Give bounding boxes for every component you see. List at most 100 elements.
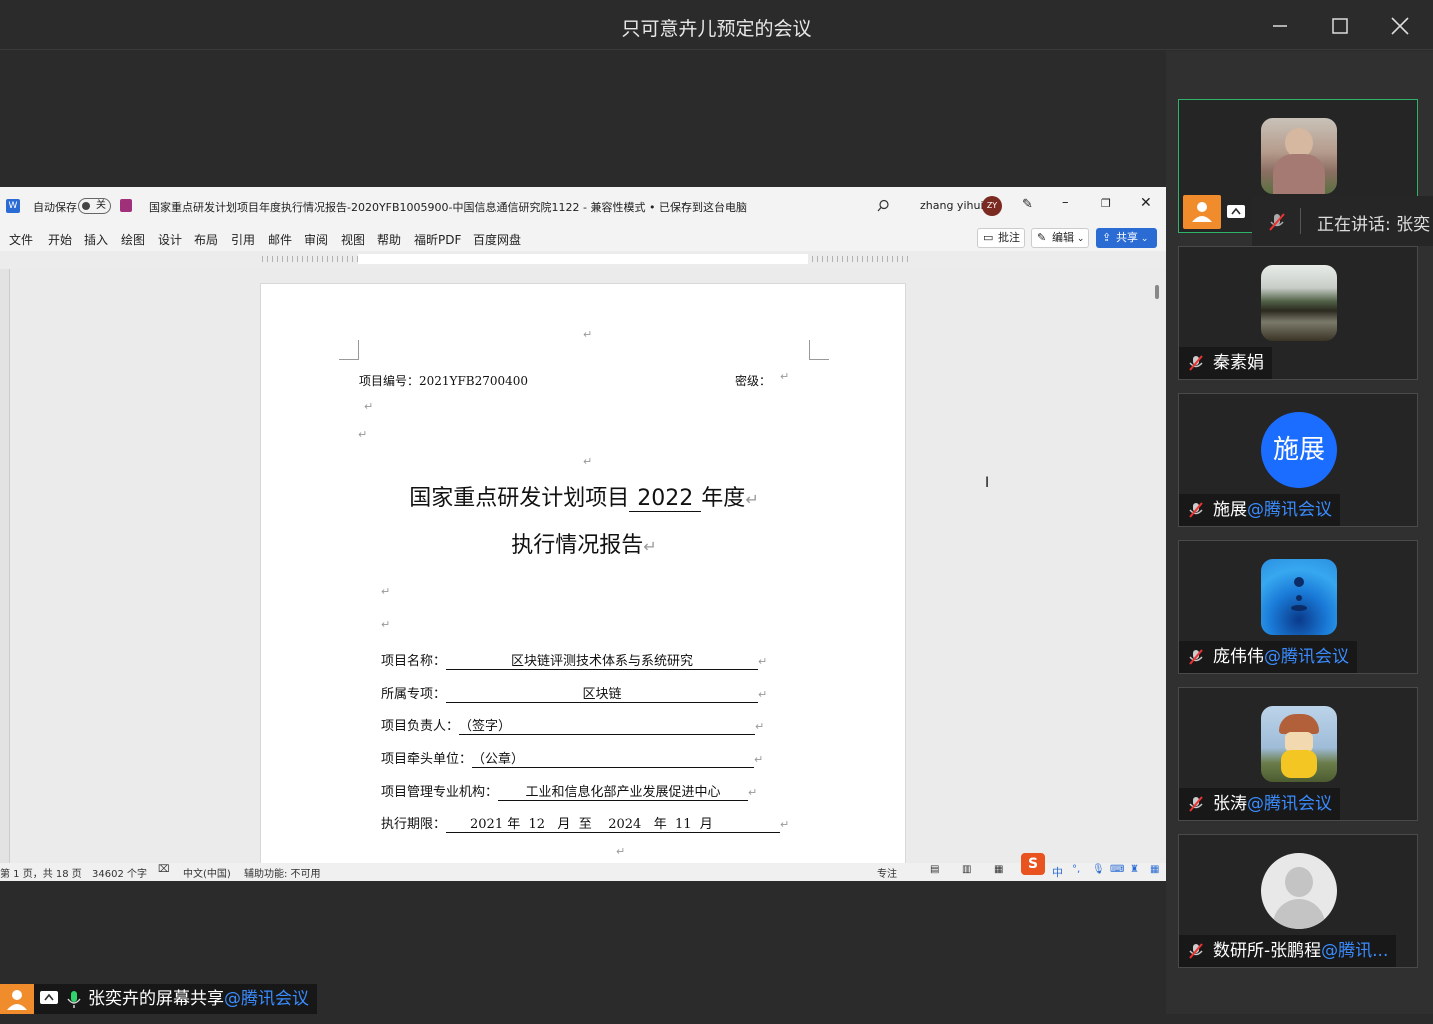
document-title: 国家重点研发计划项目年度执行情况报告-2020YFB1005900-中国信息通信… [149,201,747,214]
paragraph-mark: ↵ [358,428,368,441]
pen-icon[interactable]: ✎ [1022,197,1033,212]
default-avatar-icon [1261,853,1337,929]
word-app-icon: W [6,199,20,213]
save-icon[interactable] [120,199,132,212]
ruler-text-area [358,254,808,264]
field-project-name: 项目名称： 区块链评测技术体系与系统研究 ↵ [381,650,767,670]
participant-name-bar: 数研所-张鹏程@腾讯... [1179,935,1397,967]
mic-muted-icon [1189,796,1203,812]
avatar: 施展 [1261,412,1337,488]
sogou-ime-icon[interactable]: S [1021,853,1045,875]
print-layout-icon[interactable]: ▥ [962,864,971,875]
report-title-line1: 国家重点研发计划项目 2022 年度↵ [409,486,759,512]
paragraph-mark: ↵ [381,618,391,631]
menu-item[interactable]: 引用 [231,231,255,248]
screen-share-icon [40,991,58,1004]
toolbox-icon[interactable]: ▦ [1150,864,1159,875]
participant-tile[interactable]: 庞伟伟@腾讯会议 [1178,540,1418,674]
window-title: 只可意卉儿预定的会议 [621,18,812,40]
participant-name-bar: 施展@腾讯会议 [1179,494,1340,526]
menu-item[interactable]: 布局 [194,231,218,248]
chevron-down-icon[interactable]: ⌄ [680,198,688,209]
skin-icon[interactable]: ♜ [1130,864,1139,875]
menu-item[interactable]: 插入 [84,231,108,248]
project-number: 项目编号：2021YFB2700400 [359,374,529,388]
shared-word-window: W 自动保存 关 国家重点研发计划项目年度执行情况报告-2020YFB10059… [0,187,1166,881]
text-cursor-icon: I [985,475,990,491]
minimize-icon[interactable]: – [1062,195,1069,210]
margin-mark [339,340,359,360]
field-lead-unit: 项目牵头单位：（公章） ↵ [381,748,763,768]
field-project-leader: 项目负责人：（签字） ↵ [381,715,764,735]
menu-item[interactable]: 福昕PDF [414,231,461,248]
field-management-agency: 项目管理专业机构： 工业和信息化部产业发展促进中心 ↵ [381,781,757,801]
scrollbar-thumb[interactable] [1155,285,1159,299]
field-execution-period: 执行期限： 2021 年 12 月 至 2024 年 11 月 ↵ [381,813,789,833]
proofing-icon[interactable]: ⌧ [158,864,170,875]
keyboard-icon[interactable]: ⌨ [1110,864,1124,875]
voice-icon[interactable]: 🎙 [1092,864,1105,875]
paragraph-mark: ↵ [364,400,374,413]
mic-muted-icon [1189,355,1203,371]
participant-tile[interactable]: 施展 施展@腾讯会议 [1178,393,1418,527]
participant-tile[interactable]: 秦素娟 [1178,246,1418,380]
read-mode-icon[interactable]: ▤ [930,864,939,875]
autosave-toggle[interactable]: 关 [78,198,111,214]
ime-mode[interactable]: 中 [1052,864,1063,880]
menu-item[interactable]: 视图 [341,231,365,248]
paragraph-mark: ↵ [381,585,391,598]
restore-icon[interactable]: ❐ [1101,197,1111,210]
close-icon[interactable]: ✕ [1140,195,1152,211]
participant-tile[interactable]: 张涛@腾讯会议 [1178,687,1418,821]
participant-name-bar: 秦素娟 [1179,347,1272,379]
document-canvas: ↵ 项目编号：2021YFB2700400 密级： ↵ ↵ ↵ ↵ 国家重点研发… [0,269,1166,881]
menu-item[interactable]: 审阅 [304,231,328,248]
minimize-icon[interactable] [1266,12,1294,40]
menu-item[interactable]: 帮助 [377,231,401,248]
mic-muted-icon [1269,213,1285,231]
focus-mode[interactable]: 专注 [877,865,897,880]
speaking-text: 正在讲话: 张奕 [1317,215,1431,235]
maximize-icon[interactable] [1326,12,1354,40]
pencil-icon: ✎ [1037,231,1047,244]
speaking-indicator: 正在讲话: 张奕 [1252,196,1433,246]
document-page[interactable]: ↵ 项目编号：2021YFB2700400 密级： ↵ ↵ ↵ ↵ 国家重点研发… [260,283,906,881]
avatar [1261,265,1337,341]
close-icon[interactable] [1386,12,1414,40]
avatar [1261,559,1337,635]
host-icon [0,984,34,1014]
punctuation-icon[interactable]: °, [1072,864,1080,875]
comment-button[interactable]: ▭ 批注 [977,228,1025,248]
menu-item[interactable]: 开始 [48,231,72,248]
autosave-state: 关 [96,200,106,211]
menu-item[interactable]: 百度网盘 [473,231,521,248]
edit-button[interactable]: ✎ 编辑 ⌄ [1031,228,1089,248]
word-titlebar: W 自动保存 关 国家重点研发计划项目年度执行情况报告-2020YFB10059… [0,187,1166,225]
language[interactable]: 中文(中国) [183,865,231,880]
menu-item[interactable]: 文件 [9,231,33,248]
participant-name-bar: 张涛@腾讯会议 [1179,788,1340,820]
field-special-project: 所属专项： 区块链 ↵ [381,683,767,703]
search-icon[interactable] [877,199,890,212]
share-button[interactable]: ⇪ 共享 ⌄ [1096,228,1157,248]
paragraph-mark: ↵ [616,845,626,858]
mic-on-icon [67,991,81,1008]
word-status-bar: 第 1 页，共 18 页 34602 个字 ⌧ 中文(中国) 辅助功能: 不可用… [0,853,1166,881]
accessibility[interactable]: 辅助功能: 不可用 [244,865,321,880]
participant-name-bar: 庞伟伟@腾讯会议 [1179,641,1357,673]
margin-mark [809,340,829,360]
vertical-scrollbar[interactable] [1152,271,1162,863]
web-layout-icon[interactable]: ▦ [994,864,1003,875]
vertical-ruler [0,269,10,863]
mic-muted-icon [1189,502,1203,518]
report-title-line2: 执行情况报告↵ [511,533,657,558]
paragraph-mark: ↵ [780,370,790,383]
user-avatar[interactable]: ZY [982,196,1002,216]
menu-item[interactable]: 邮件 [268,231,292,248]
menu-item[interactable]: 设计 [158,231,182,248]
participant-tile[interactable]: 数研所-张鹏程@腾讯... [1178,834,1418,968]
avatar [1261,118,1337,194]
user-name: zhang yihui [920,199,984,212]
comment-icon: ▭ [983,231,994,244]
menu-item[interactable]: 绘图 [121,231,145,248]
